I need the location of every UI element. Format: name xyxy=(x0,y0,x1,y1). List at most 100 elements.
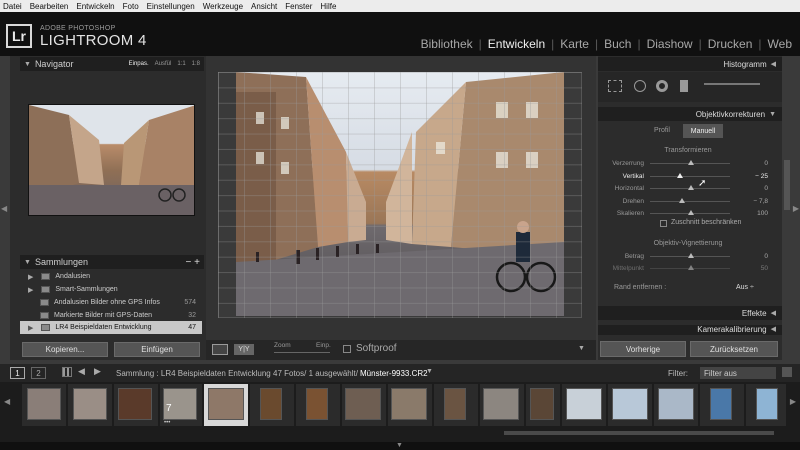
collection-item[interactable]: Andalusien Bilder ohne GPS Infos 574 xyxy=(20,296,202,309)
grid-view-icon[interactable] xyxy=(62,367,72,377)
filmstrip-thumbnail[interactable] xyxy=(444,388,466,420)
filmstrip-thumbnail[interactable] xyxy=(391,388,427,420)
filmstrip-thumbnail[interactable] xyxy=(710,388,732,420)
filmstrip-thumbnail[interactable] xyxy=(530,388,554,420)
menu-fenster[interactable]: Fenster xyxy=(285,2,312,11)
filmstrip-thumbnail[interactable] xyxy=(612,388,648,420)
calibration-header[interactable]: Kamerakalibrierung ◀ xyxy=(598,325,782,335)
menu-einstellungen[interactable]: Einstellungen xyxy=(147,2,195,11)
spot-removal-icon[interactable] xyxy=(634,80,646,92)
filmstrip-thumbnail[interactable] xyxy=(756,388,778,420)
zoom-fit[interactable]: Einpas. xyxy=(129,61,149,67)
collections-header[interactable]: ▼ Sammlungen − + xyxy=(20,255,204,269)
slider-knob[interactable] xyxy=(687,159,694,165)
tab-manuell[interactable]: Manuell xyxy=(683,124,723,138)
filmstrip-right-arrow-icon[interactable]: ▶ xyxy=(790,397,796,406)
slider-betrag[interactable]: Betrag 0 xyxy=(600,251,776,261)
reset-button[interactable]: Zurücksetzen xyxy=(690,341,778,357)
slider-verzerrung[interactable]: Verzerrung 0 xyxy=(600,158,776,168)
collection-item[interactable]: ▶ Smart-Sammlungen xyxy=(20,283,202,296)
navigator-header[interactable]: ▼ Navigator Einpas. Ausfül 1:1 1:8 xyxy=(20,57,204,71)
window-1-button[interactable]: 1 xyxy=(10,367,25,379)
filmstrip-thumbnail[interactable] xyxy=(118,388,152,420)
left-panel-toggle-icon[interactable]: ◀ xyxy=(1,204,7,213)
module-entwickeln[interactable]: Entwickeln xyxy=(488,37,545,51)
collection-item[interactable]: ▶ Andalusien xyxy=(20,270,202,283)
module-drucken[interactable]: Drucken xyxy=(708,37,753,51)
filter-dropdown[interactable]: Filter aus xyxy=(700,367,776,379)
remove-chroma-dropdown[interactable]: Aus ÷ xyxy=(736,284,754,291)
menu-bearbeiten[interactable]: Bearbeiten xyxy=(30,2,69,11)
slider-knob[interactable] xyxy=(677,172,684,178)
filename-dropdown-icon[interactable]: ▼ xyxy=(426,368,433,375)
slider-knob[interactable] xyxy=(687,184,694,190)
slider-horizontal[interactable]: Horizontal 0 xyxy=(600,183,776,193)
menu-entwickeln[interactable]: Entwickeln xyxy=(76,2,114,11)
module-buch[interactable]: Buch xyxy=(604,37,631,51)
back-arrow-icon[interactable]: ◀ xyxy=(78,366,85,377)
filmstrip-thumbnail-selected[interactable] xyxy=(208,388,244,420)
zoom-1-1[interactable]: 1:1 xyxy=(177,61,185,67)
histogram-header[interactable]: Histogramm ◀ xyxy=(598,57,782,71)
module-bibliothek[interactable]: Bibliothek xyxy=(421,37,473,51)
adjustment-brush-icon[interactable] xyxy=(704,83,760,85)
module-web[interactable]: Web xyxy=(768,37,792,51)
slider-knob[interactable] xyxy=(687,264,694,270)
lens-corrections-header[interactable]: Objektivkorrekturen ▼ xyxy=(598,107,782,121)
collections-add-remove[interactable]: − + xyxy=(186,257,200,268)
zoom-1-8[interactable]: 1:8 xyxy=(192,61,200,67)
softproof-checkbox[interactable] xyxy=(343,345,351,353)
menu-hilfe[interactable]: Hilfe xyxy=(320,2,336,11)
menu-ansicht[interactable]: Ansicht xyxy=(251,2,277,11)
navigator-preview[interactable] xyxy=(28,104,195,216)
zoom-fill[interactable]: Ausfül xyxy=(155,61,172,67)
right-panel-toggle-icon[interactable]: ▶ xyxy=(793,204,799,213)
right-panel-scrollbar[interactable] xyxy=(784,160,790,210)
constrain-crop-checkbox[interactable] xyxy=(660,220,667,227)
copy-settings-button[interactable]: Kopieren... xyxy=(22,342,108,357)
toolbar-menu-icon[interactable]: ▼ xyxy=(578,345,585,352)
paste-settings-button[interactable]: Einfügen xyxy=(114,342,200,357)
zoom-slider[interactable] xyxy=(274,352,330,353)
tab-profil[interactable]: Profil xyxy=(654,127,670,134)
slider-skalieren[interactable]: Skalieren 100 xyxy=(600,208,776,218)
current-filename[interactable]: Münster-9933.CR2 xyxy=(360,369,428,378)
crop-tool-icon[interactable] xyxy=(608,80,622,92)
slider-knob[interactable] xyxy=(687,209,694,215)
filmstrip-left-arrow-icon[interactable]: ◀ xyxy=(4,397,10,406)
expand-triangle-icon[interactable]: ▶ xyxy=(28,324,33,332)
filmstrip-thumbnail[interactable] xyxy=(306,388,328,420)
forward-arrow-icon[interactable]: ▶ xyxy=(94,366,101,377)
loupe-view-icon[interactable] xyxy=(212,344,228,355)
expand-triangle-icon[interactable]: ▶ xyxy=(28,273,33,281)
filmstrip-thumbnail[interactable] xyxy=(345,388,381,420)
filmstrip-thumbnail[interactable] xyxy=(658,388,694,420)
module-diashow[interactable]: Diashow xyxy=(647,37,693,51)
bottom-panel-toggle-icon[interactable]: ▼ xyxy=(396,442,403,449)
filmstrip-thumbnail[interactable] xyxy=(73,388,107,420)
filmstrip-thumbnail[interactable] xyxy=(566,388,602,420)
window-2-button[interactable]: 2 xyxy=(31,367,46,379)
filmstrip-thumbnail[interactable] xyxy=(483,388,519,420)
collection-item-selected[interactable]: ▶ LR4 Beispieldaten Entwicklung 47 xyxy=(20,321,202,334)
filmstrip-thumbnail[interactable] xyxy=(260,388,282,420)
slider-vertikal[interactable]: Vertikal − 25 xyxy=(600,171,776,181)
slider-knob[interactable] xyxy=(678,197,685,203)
effects-header[interactable]: Effekte ◀ xyxy=(598,306,782,320)
previous-button[interactable]: Vorherige xyxy=(600,341,686,357)
graduated-filter-icon[interactable] xyxy=(680,80,688,92)
module-karte[interactable]: Karte xyxy=(560,37,589,51)
expand-triangle-icon[interactable]: ▶ xyxy=(28,286,33,294)
collapse-triangle-icon[interactable]: ▼ xyxy=(24,259,31,266)
filter-toggle-icon[interactable] xyxy=(782,367,792,377)
before-after-icon[interactable]: Y|Y xyxy=(234,344,254,355)
red-eye-icon[interactable] xyxy=(656,80,668,92)
slider-drehen[interactable]: Drehen − 7,8 xyxy=(600,196,776,206)
source-path[interactable]: Sammlung : LR4 Beispieldaten Entwicklung xyxy=(116,369,271,378)
menu-datei[interactable]: Datei xyxy=(3,2,22,11)
filmstrip-scrollbar[interactable] xyxy=(504,431,774,435)
slider-knob[interactable] xyxy=(687,252,694,258)
filmstrip-thumbnail[interactable] xyxy=(27,388,61,420)
menu-foto[interactable]: Foto xyxy=(123,2,139,11)
menu-werkzeuge[interactable]: Werkzeuge xyxy=(203,2,243,11)
